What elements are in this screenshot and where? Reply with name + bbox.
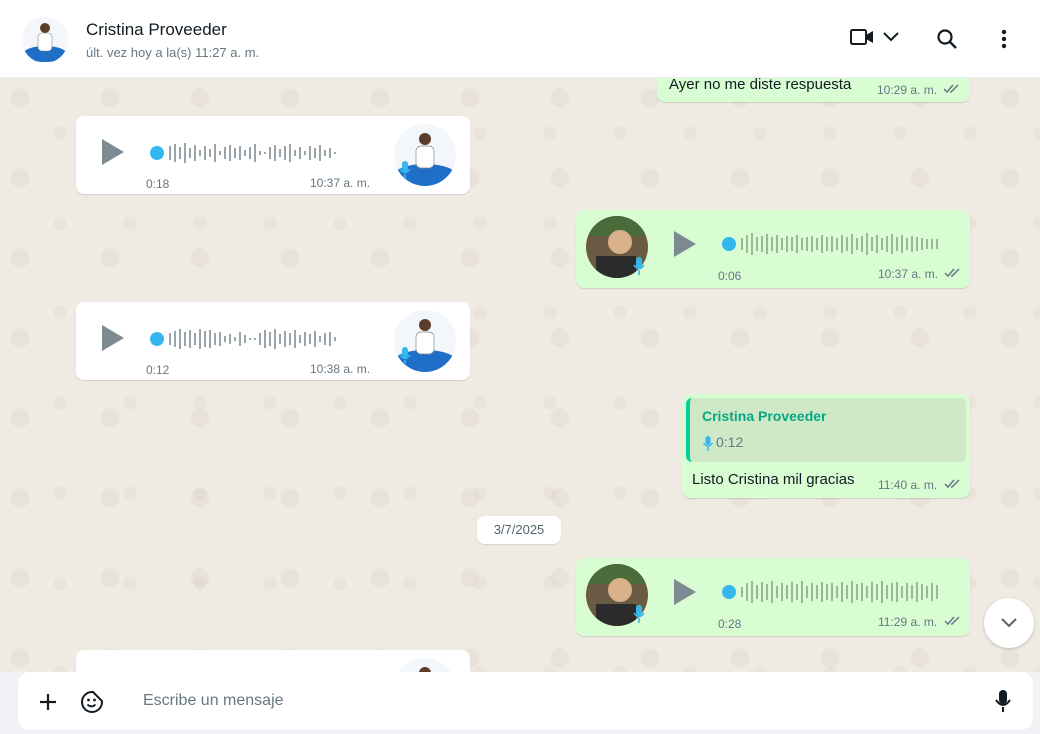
- message-composer[interactable]: Escribe un mensaje: [18, 672, 1033, 730]
- message-bubble-outgoing[interactable]: Ayer no me diste respuesta 10:29 a. m.: [657, 78, 970, 102]
- message-time: 11:40 a. m.: [878, 478, 938, 492]
- contact-status: últ. vez hoy a la(s) 11:27 a. m.: [86, 45, 260, 60]
- playback-slider[interactable]: [150, 332, 164, 346]
- message-text: Listo Cristina mil gracias: [692, 471, 855, 488]
- scroll-down-icon: [1001, 618, 1017, 628]
- plus-icon[interactable]: [38, 692, 58, 712]
- voice-duration: 0:28: [718, 617, 742, 631]
- voice-message-outgoing[interactable]: 0:28 11:29 a. m.: [576, 558, 970, 636]
- play-icon[interactable]: [674, 231, 696, 257]
- play-icon[interactable]: [674, 579, 696, 605]
- double-check-icon: [944, 616, 960, 626]
- mic-icon: [633, 605, 645, 623]
- search-icon[interactable]: [936, 28, 958, 55]
- mic-icon: [633, 257, 645, 275]
- mic-icon: [399, 347, 411, 365]
- play-icon[interactable]: [102, 139, 124, 165]
- playback-slider[interactable]: [150, 146, 164, 160]
- playback-slider[interactable]: [722, 237, 736, 251]
- message-time: 10:38 a. m.: [310, 362, 371, 376]
- message-time: 10:37 a. m.: [310, 176, 371, 190]
- message-time: 11:29 a. m.: [878, 615, 938, 629]
- sticker-icon[interactable]: [80, 690, 104, 714]
- voice-message-incoming[interactable]: 0:12 10:38 a. m.: [76, 302, 470, 380]
- quoted-sender: Cristina Proveeder: [702, 408, 827, 424]
- playback-slider[interactable]: [722, 585, 736, 599]
- composer-bar: Escribe un mensaje: [0, 672, 1040, 734]
- waveform[interactable]: [738, 229, 948, 259]
- video-call-icon[interactable]: [850, 26, 876, 53]
- double-check-icon: [944, 479, 960, 489]
- date-separator: 3/7/2025: [477, 516, 561, 544]
- voice-duration: 0:06: [718, 269, 742, 283]
- quoted-duration: 0:12: [716, 434, 744, 450]
- mic-icon[interactable]: [994, 688, 1012, 714]
- double-check-icon: [943, 84, 959, 94]
- voice-duration: 0:18: [146, 177, 170, 191]
- contact-name[interactable]: Cristina Proveeder: [86, 20, 227, 40]
- voice-message-incoming[interactable]: 0:18 10:37 a. m.: [76, 116, 470, 194]
- waveform[interactable]: [738, 577, 948, 607]
- waveform[interactable]: [166, 138, 366, 168]
- mic-icon: [399, 161, 411, 179]
- mic-icon: [702, 436, 714, 451]
- chat-header: Cristina Proveeder últ. vez hoy a la(s) …: [0, 0, 1040, 78]
- play-icon[interactable]: [102, 325, 124, 351]
- message-time: 10:37 a. m.: [878, 267, 939, 281]
- menu-icon[interactable]: [1000, 28, 1008, 55]
- waveform[interactable]: [166, 324, 366, 354]
- sender-avatar: [394, 658, 456, 672]
- scroll-down-button[interactable]: [984, 598, 1034, 648]
- message-text: Ayer no me diste respuesta: [669, 78, 852, 93]
- message-time: 10:29 a. m.: [877, 83, 938, 97]
- chat-area[interactable]: Ayer no me diste respuesta 10:29 a. m. 0…: [0, 78, 1040, 672]
- chevron-down-icon[interactable]: [882, 30, 900, 49]
- message-input[interactable]: Escribe un mensaje: [143, 692, 284, 710]
- voice-message-incoming[interactable]: [76, 650, 470, 672]
- quoted-message[interactable]: Cristina Proveeder 0:12: [686, 398, 966, 462]
- double-check-icon: [944, 268, 960, 278]
- voice-duration: 0:12: [146, 363, 170, 377]
- voice-message-outgoing[interactable]: 0:06 10:37 a. m.: [576, 210, 970, 288]
- reply-message-outgoing[interactable]: Cristina Proveeder 0:12 Listo Cristina m…: [682, 394, 970, 498]
- contact-avatar[interactable]: [22, 17, 68, 63]
